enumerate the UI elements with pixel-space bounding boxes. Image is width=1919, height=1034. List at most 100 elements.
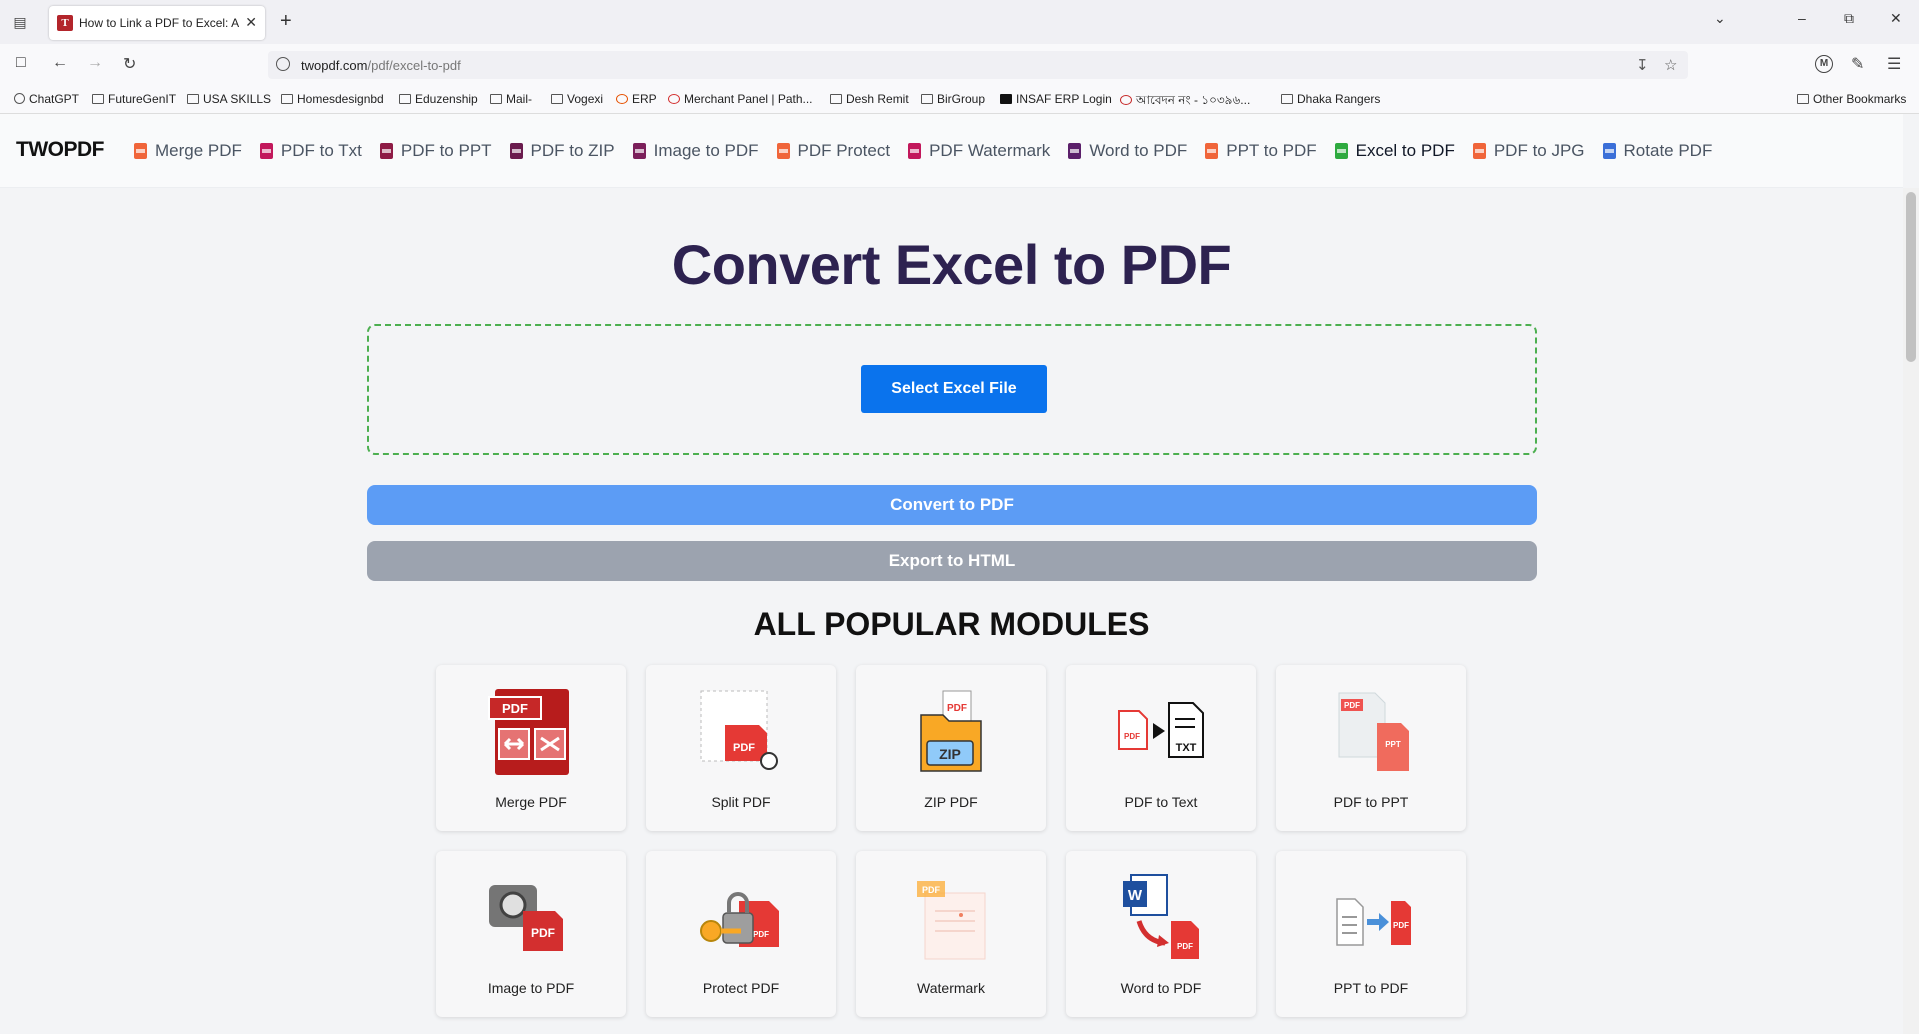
nav-link-label: PDF to PPT [400,141,492,160]
bookmark-folder[interactable]: BirGroup [921,92,985,106]
module-card-word-to-pdf[interactable]: W PDF Word to PDF [1066,851,1256,1017]
close-window-icon[interactable]: ✕ [1890,10,1902,27]
site-logo[interactable]: TWOPDF [16,138,104,162]
svg-text:PDF: PDF [1344,701,1360,710]
scrollbar-thumb[interactable] [1906,192,1916,362]
menu-hamburger-icon[interactable]: ☰ [1887,54,1901,74]
site-header: TWOPDF Merge PDF PDF to Txt PDF to PPT PDF … [0,114,1903,188]
file-dropzone[interactable]: Select Excel File [367,324,1537,455]
bookmark-label: Vogexi [567,92,604,106]
minimize-icon[interactable]: – [1798,10,1806,26]
module-card-pdf-to-ppt[interactable]: PDF PPT PDF to PPT [1276,665,1466,831]
module-label: Watermark [917,980,985,996]
nav-link-label: Image to PDF [653,141,759,160]
erp-icon [616,94,628,104]
bookmark-label: FutureGenIT [108,92,177,106]
save-page-icon[interactable]: ↧ [1636,56,1649,74]
file-type-icon [134,143,147,159]
bookmark-item[interactable]: ERP [616,92,657,106]
module-card-image-to-pdf[interactable]: PDF Image to PDF [436,851,626,1017]
module-card-merge-pdf[interactable]: PDF Merge PDF [436,665,626,831]
bookmark-item[interactable]: ChatGPT [14,92,79,106]
bookmark-folder[interactable]: Desh Remit [830,92,909,106]
other-bookmarks-folder[interactable]: Other Bookmarks [1797,92,1906,106]
browser-tab-bar: ▤ T How to Link a PDF to Excel: A St ✕ +… [0,0,1919,44]
module-card-watermark[interactable]: PDF Watermark [856,851,1046,1017]
tab-overflow-chevron-icon[interactable]: ⌄ [1714,10,1726,27]
nav-link-image-to-pdf[interactable]: Image to PDF [632,141,759,161]
bookmark-label: Desh Remit [846,92,909,106]
nav-link-pdf-to-txt[interactable]: PDF to Txt [259,141,362,161]
folder-icon [1797,94,1809,104]
nav-link-pdf-to-jpg[interactable]: PDF to JPG [1472,141,1585,161]
bookmark-item[interactable]: Merchant Panel | Path... [668,92,813,106]
merchant-icon [668,94,680,104]
module-label: ZIP PDF [924,794,978,810]
bookmark-item[interactable]: আবেদন নং - ১০৩৯৬... [1120,92,1250,112]
sidebar-toggle-icon[interactable]: □ [16,54,26,72]
url-text[interactable]: twopdf.com/pdf/excel-to-pdf [301,58,461,73]
folder-icon [551,94,563,104]
nav-link-rotate-pdf[interactable]: Rotate PDF [1602,141,1712,161]
url-host: twopdf.com [301,58,368,73]
bookmark-item[interactable]: INSAF ERP Login [1000,92,1112,106]
bookmark-folder[interactable]: USA SKILLS [187,92,271,106]
svg-text:PDF: PDF [1393,921,1409,930]
forward-icon[interactable]: → [87,54,103,72]
browser-tab-active[interactable]: T How to Link a PDF to Excel: A St ✕ [49,6,265,40]
bookmarks-bar: ChatGPT FutureGenIT USA SKILLS Homesdesi… [0,84,1919,114]
file-type-icon [632,143,646,159]
export-to-html-button[interactable]: Export to HTML [367,541,1537,581]
close-tab-icon[interactable]: ✕ [245,14,257,31]
page-title: Convert Excel to PDF [671,233,1232,296]
svg-text:PDF: PDF [1177,942,1193,951]
module-card-split-pdf[interactable]: PDF Split PDF [646,665,836,831]
nav-link-label: Excel to PDF [1355,141,1455,160]
reload-icon[interactable]: ↻ [123,54,136,74]
site-info-icon[interactable] [276,57,290,71]
tab-list-icon[interactable]: ▤ [10,12,30,32]
bookmark-folder[interactable]: Eduzenship [399,92,478,106]
nav-link-pdf-protect[interactable]: PDF Protect [776,141,890,161]
back-icon[interactable]: ← [52,54,68,72]
bookmark-folder[interactable]: Homesdesignbd [281,92,384,106]
page-scrollbar[interactable] [1903,188,1919,1034]
bookmark-folder[interactable]: FutureGenIT [92,92,176,106]
bookmark-folder[interactable]: Mail- [490,92,532,106]
tab-favicon-icon: T [57,15,73,31]
nav-link-label: PDF to JPG [1493,141,1585,160]
nav-link-pdf-watermark[interactable]: PDF Watermark [908,141,1050,161]
bookmark-label: BirGroup [937,92,986,106]
bookmark-folder[interactable]: Vogexi [551,92,603,106]
nav-link-ppt-to-pdf[interactable]: PPT to PDF [1205,141,1317,161]
module-card-ppt-to-pdf[interactable]: PDF PPT to PDF [1276,851,1466,1017]
bookmark-star-icon[interactable]: ☆ [1664,56,1677,74]
bookmark-label: আবেদন নং - ১০৩৯৬... [1136,93,1251,107]
nav-link-excel-to-pdf[interactable]: Excel to PDF [1334,141,1455,161]
merge-pdf-icon: PDF [488,689,569,775]
bd-gov-icon [1120,95,1132,105]
profile-avatar[interactable]: M [1815,55,1833,73]
extensions-icon[interactable]: ✎ [1851,54,1864,74]
new-tab-icon[interactable]: + [280,10,292,33]
nav-link-merge-pdf[interactable]: Merge PDF [134,141,242,161]
restore-icon[interactable]: ⧉ [1844,10,1854,27]
bookmark-label: ChatGPT [29,92,80,106]
split-pdf-icon: PDF [700,690,778,770]
bookmark-folder[interactable]: Dhaka Rangers [1281,92,1380,106]
nav-link-pdf-to-ppt[interactable]: PDF to PPT [379,141,492,161]
bookmark-label: Merchant Panel | Path... [684,92,813,106]
module-card-pdf-to-text[interactable]: PDF TXT PDF to Text [1066,665,1256,831]
folder-icon [830,94,842,104]
folder-icon [92,94,104,104]
file-type-icon [1068,143,1082,159]
file-type-icon [259,143,273,159]
convert-to-pdf-button[interactable]: Convert to PDF [367,485,1537,525]
file-type-icon [1205,143,1219,159]
module-card-protect-pdf[interactable]: PDF Protect PDF [646,851,836,1017]
select-excel-file-button[interactable]: Select Excel File [861,365,1047,413]
nav-link-pdf-to-zip[interactable]: PDF to ZIP [509,141,615,161]
nav-link-word-to-pdf[interactable]: Word to PDF [1068,141,1187,161]
module-card-zip-pdf[interactable]: PDF ZIP ZIP PDF [856,665,1046,831]
address-bar[interactable]: twopdf.com/pdf/excel-to-pdf ↧ ☆ [268,51,1688,79]
